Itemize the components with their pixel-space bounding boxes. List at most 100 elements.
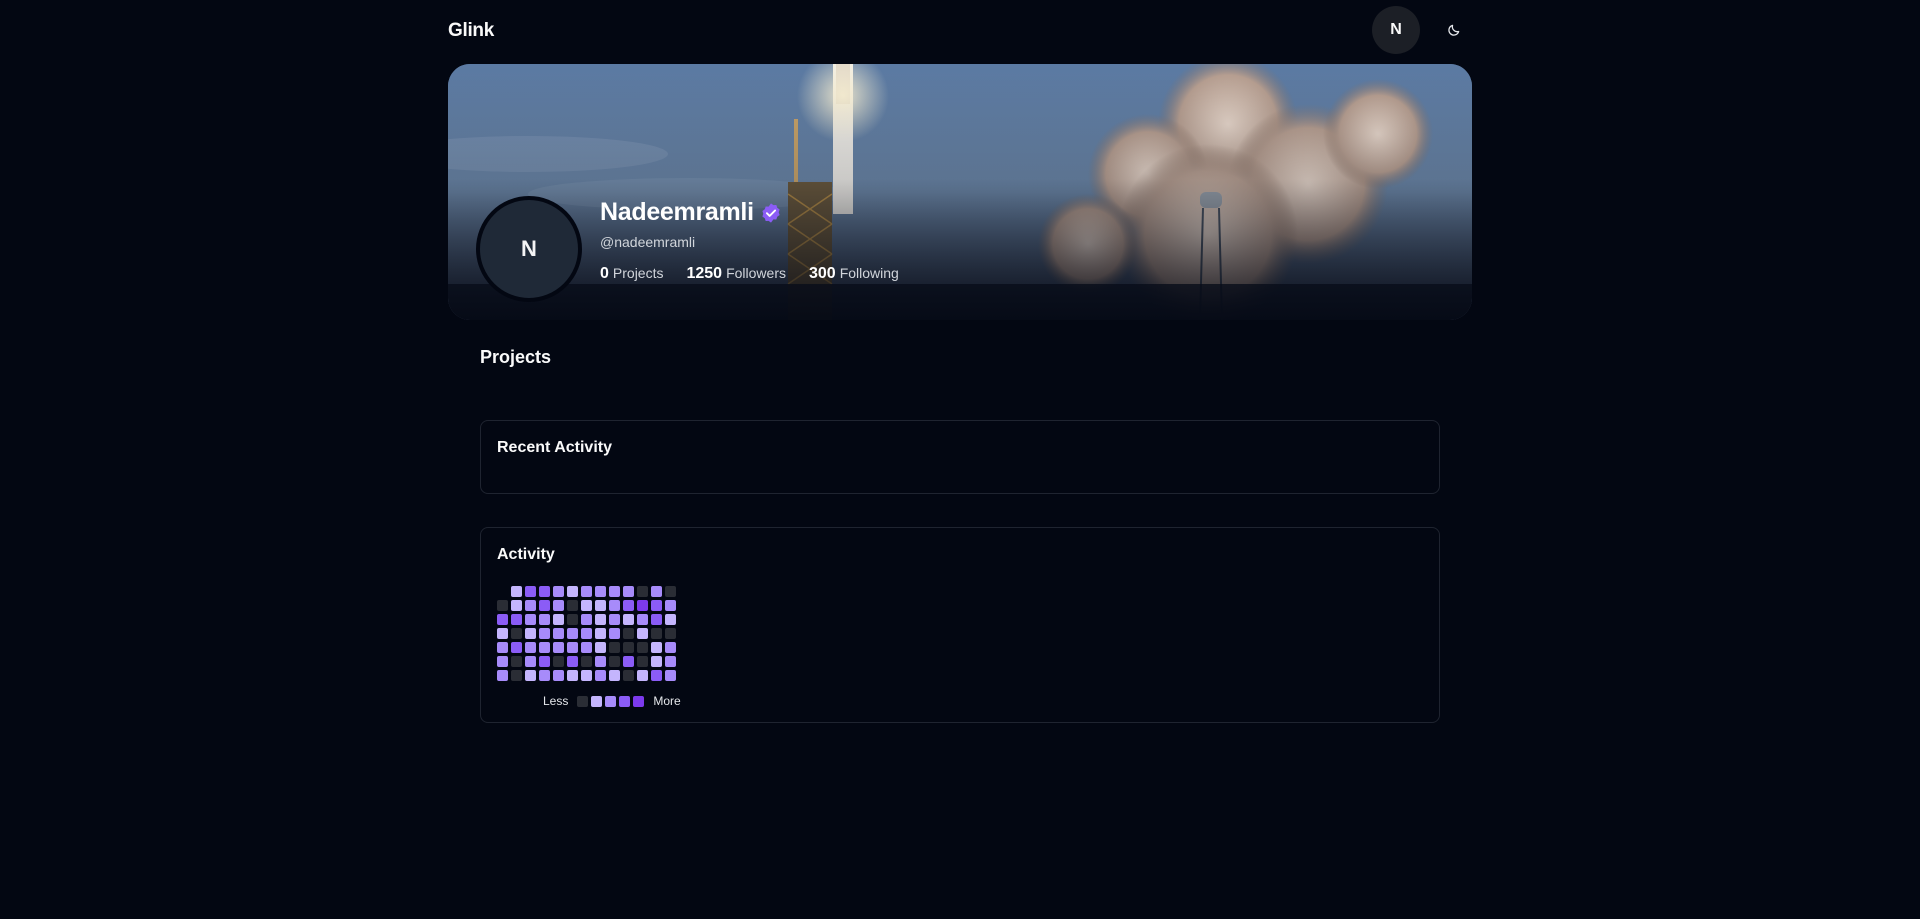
top-bar: Glink N bbox=[448, 0, 1472, 60]
heatmap-cell bbox=[651, 628, 662, 639]
heatmap-cell bbox=[595, 656, 606, 667]
legend-swatch bbox=[619, 695, 631, 707]
user-avatar-button[interactable]: N bbox=[1372, 6, 1420, 54]
heatmap-cell bbox=[553, 642, 564, 653]
heatmap-cell bbox=[525, 614, 536, 625]
heatmap-cell bbox=[623, 600, 634, 611]
stat-value: 1250 bbox=[686, 265, 723, 282]
heatmap-cell bbox=[511, 670, 522, 681]
stat-followers[interactable]: 1250 Followers bbox=[686, 265, 786, 283]
heatmap-cell bbox=[651, 656, 662, 667]
activity-card: Activity Less More bbox=[480, 527, 1440, 723]
heatmap-cell bbox=[539, 614, 550, 625]
heatmap-row bbox=[497, 614, 676, 625]
heatmap-cell bbox=[567, 614, 578, 625]
heatmap-cell bbox=[609, 642, 620, 653]
heatmap-cell bbox=[511, 628, 522, 639]
heatmap-cell bbox=[651, 600, 662, 611]
profile-avatar-initial: N bbox=[521, 236, 537, 261]
profile-avatar[interactable]: N bbox=[476, 196, 582, 302]
heatmap-cell bbox=[665, 656, 676, 667]
heatmap-cell bbox=[553, 628, 564, 639]
heatmap-cell bbox=[581, 628, 592, 639]
heatmap-cell bbox=[581, 614, 592, 625]
heatmap-cell bbox=[511, 586, 522, 597]
legend-swatch bbox=[633, 695, 645, 707]
heatmap-row bbox=[497, 600, 676, 611]
heatmap-cell bbox=[581, 670, 592, 681]
heatmap-cell bbox=[609, 600, 620, 611]
heatmap-cell bbox=[539, 600, 550, 611]
heatmap-cell bbox=[623, 628, 634, 639]
heatmap-cell bbox=[637, 642, 648, 653]
projects-heading: Projects bbox=[480, 347, 552, 367]
heatmap-cell bbox=[595, 586, 606, 597]
heatmap-cell bbox=[637, 656, 648, 667]
heatmap-cell bbox=[637, 628, 648, 639]
stat-label: Followers bbox=[726, 265, 786, 281]
heatmap-cell bbox=[511, 642, 522, 653]
heatmap-cell bbox=[581, 600, 592, 611]
heatmap-cell bbox=[567, 656, 578, 667]
stat-projects[interactable]: 0 Projects bbox=[600, 265, 663, 283]
heatmap-cell bbox=[623, 656, 634, 667]
heatmap-legend: Less More bbox=[543, 694, 681, 708]
heatmap-cell bbox=[553, 600, 564, 611]
heatmap-cell bbox=[651, 642, 662, 653]
legend-swatch bbox=[591, 695, 603, 707]
stat-value: 300 bbox=[808, 265, 836, 282]
heatmap-cell bbox=[539, 642, 550, 653]
recent-activity-card: Recent Activity bbox=[480, 420, 1440, 494]
heatmap-cell bbox=[665, 614, 676, 625]
heatmap-cell bbox=[525, 670, 536, 681]
heatmap-cell bbox=[651, 586, 662, 597]
heatmap-cell bbox=[623, 670, 634, 681]
heatmap-cell bbox=[539, 628, 550, 639]
heatmap-cell bbox=[637, 670, 648, 681]
heatmap-row bbox=[497, 586, 676, 597]
heatmap-cell bbox=[665, 586, 676, 597]
brand-logo[interactable]: Glink bbox=[448, 20, 494, 42]
heatmap-cell bbox=[497, 586, 508, 597]
activity-title: Activity bbox=[497, 546, 555, 563]
heatmap-row bbox=[497, 656, 676, 667]
legend-swatch bbox=[577, 695, 589, 707]
profile-name-text: Nadeemramli bbox=[600, 198, 754, 226]
verified-badge-icon bbox=[762, 202, 780, 223]
moon-icon bbox=[1448, 24, 1460, 36]
heatmap-cell bbox=[637, 600, 648, 611]
heatmap-cell bbox=[609, 656, 620, 667]
heatmap-cell bbox=[595, 670, 606, 681]
heatmap-cell bbox=[567, 586, 578, 597]
heatmap-cell bbox=[511, 656, 522, 667]
heatmap-cell bbox=[595, 600, 606, 611]
heatmap-cell bbox=[595, 614, 606, 625]
stat-following[interactable]: 300 Following bbox=[809, 265, 899, 283]
heatmap-cell bbox=[553, 670, 564, 681]
heatmap-cell bbox=[497, 642, 508, 653]
heatmap-cell bbox=[525, 586, 536, 597]
legend-swatch bbox=[605, 695, 617, 707]
recent-activity-title: Recent Activity bbox=[497, 439, 612, 456]
activity-heatmap bbox=[497, 586, 676, 684]
heatmap-cell bbox=[609, 614, 620, 625]
heatmap-cell bbox=[623, 642, 634, 653]
heatmap-cell bbox=[665, 600, 676, 611]
heatmap-cell bbox=[637, 614, 648, 625]
heatmap-cell bbox=[651, 614, 662, 625]
heatmap-row bbox=[497, 670, 676, 681]
heatmap-cell bbox=[581, 586, 592, 597]
heatmap-cell bbox=[525, 642, 536, 653]
heatmap-cell bbox=[553, 586, 564, 597]
heatmap-cell bbox=[539, 656, 550, 667]
heatmap-cell bbox=[497, 628, 508, 639]
heatmap-cell bbox=[539, 586, 550, 597]
heatmap-cell bbox=[665, 642, 676, 653]
heatmap-cell bbox=[497, 600, 508, 611]
avatar-initial: N bbox=[1390, 21, 1402, 38]
heatmap-cell bbox=[567, 628, 578, 639]
heatmap-cell bbox=[567, 670, 578, 681]
heatmap-cell bbox=[553, 614, 564, 625]
heatmap-cell bbox=[567, 600, 578, 611]
theme-toggle-button[interactable] bbox=[1442, 18, 1466, 42]
